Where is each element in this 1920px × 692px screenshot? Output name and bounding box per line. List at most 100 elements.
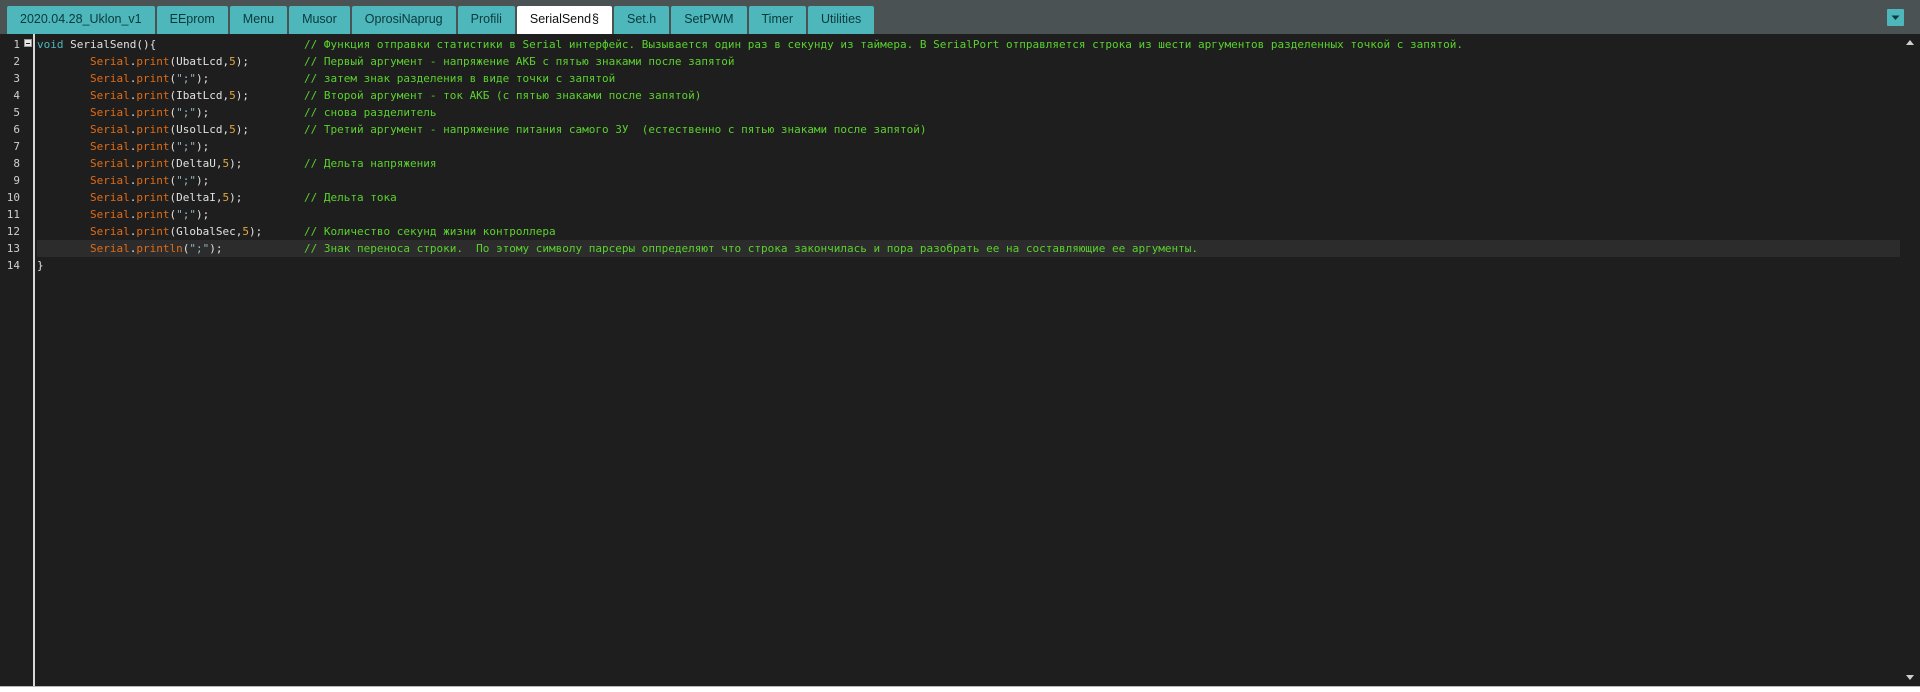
code-line[interactable]: Serial.print(IbatLcd,5); // Второй аргуме… bbox=[37, 87, 1900, 104]
code-token: ); bbox=[229, 191, 243, 204]
code-token: ); bbox=[195, 72, 210, 85]
line-number: 2 bbox=[13, 55, 20, 68]
line-number: 13 bbox=[6, 242, 20, 255]
tab-eeprom[interactable]: EEprom bbox=[156, 6, 228, 34]
tab-setpwm[interactable]: SetPWM bbox=[671, 6, 747, 34]
object-token: print bbox=[136, 140, 170, 153]
tab-menu-button[interactable] bbox=[1887, 9, 1904, 26]
object-token: print bbox=[136, 157, 170, 170]
object-token: print bbox=[136, 191, 170, 204]
tab-musor[interactable]: Musor bbox=[289, 6, 350, 34]
number-token: 5 bbox=[229, 55, 236, 68]
tab-set-h[interactable]: Set.h bbox=[614, 6, 670, 34]
scroll-down-icon[interactable] bbox=[1906, 675, 1914, 680]
object-token: Serial bbox=[89, 242, 130, 255]
code-token: ); bbox=[209, 242, 223, 255]
code-comment: // Второй аргумент - ток АКБ (с пятью зн… bbox=[304, 89, 702, 102]
code-area[interactable]: void SerialSend(){// Функция отправки ст… bbox=[37, 34, 1900, 686]
code-comment: // затем знак разделения в виде точки с … bbox=[304, 72, 616, 85]
code-statement: Serial.print(UbatLcd,5); bbox=[37, 53, 249, 70]
code-line[interactable]: Serial.print(DeltaU,5); // Дельта напряже… bbox=[37, 155, 1900, 172]
code-token: (IbatLcd, bbox=[169, 89, 230, 102]
tab-label: Musor bbox=[302, 12, 337, 26]
tab-label: Set.h bbox=[627, 12, 657, 26]
object-token: Serial bbox=[89, 225, 130, 238]
code-line[interactable]: Serial.println(";"); // Знак переноса стр… bbox=[37, 240, 1900, 257]
string-token: ";" bbox=[189, 242, 210, 255]
string-token: ";" bbox=[176, 106, 196, 119]
code-token: (UsolLcd, bbox=[169, 123, 230, 136]
code-token: ); bbox=[195, 140, 210, 153]
code-comment: // Знак переноса строки. По этому символ… bbox=[304, 242, 1199, 255]
code-line[interactable]: Serial.print(";"); bbox=[37, 206, 1900, 223]
number-token: 5 bbox=[242, 225, 249, 238]
object-token: print bbox=[136, 174, 170, 187]
code-statement: Serial.print(UsolLcd,5); bbox=[37, 121, 249, 138]
tab-label: 2020.04.28_Uklon_v1 bbox=[20, 12, 142, 26]
code-token: (UbatLcd, bbox=[169, 55, 230, 68]
code-statement: Serial.print(";"); bbox=[37, 206, 209, 223]
object-token: Serial bbox=[89, 55, 130, 68]
code-line[interactable]: Serial.print(DeltaI,5); // Дельта тока bbox=[37, 189, 1900, 206]
line-number-gutter: 1 2 3 4 5 6 7 8 9 10 11 12 13 14 bbox=[0, 34, 35, 686]
code-token: (GlobalSec, bbox=[169, 225, 243, 238]
code-statement: Serial.print(";"); bbox=[37, 138, 209, 155]
object-token: print bbox=[136, 55, 170, 68]
tab-label: Utilities bbox=[820, 12, 862, 26]
code-line[interactable]: Serial.print(";"); bbox=[37, 138, 1900, 155]
code-token: ); bbox=[229, 157, 243, 170]
keyword-token: void bbox=[37, 38, 64, 51]
vertical-scrollbar[interactable] bbox=[1902, 34, 1918, 686]
code-line[interactable]: Serial.print(GlobalSec,5); // Количество … bbox=[37, 223, 1900, 240]
object-token: Serial bbox=[89, 174, 130, 187]
object-token: Serial bbox=[89, 106, 130, 119]
code-line[interactable]: } bbox=[37, 257, 1900, 274]
ide-window: 2020.04.28_Uklon_v1 EEprom Menu Musor Oprosi… bbox=[0, 0, 1920, 692]
tab-oprosinaprug[interactable]: OprosiNaprug bbox=[351, 6, 456, 34]
line-number: 12 bbox=[6, 225, 20, 238]
code-line[interactable]: Serial.print(";"); // снова разделитель bbox=[37, 104, 1900, 121]
object-token: print bbox=[136, 123, 170, 136]
line-number: 1 bbox=[13, 38, 20, 51]
code-token: (DeltaI, bbox=[169, 191, 223, 204]
tab-profili[interactable]: Profili bbox=[457, 6, 515, 34]
tab-utilities[interactable]: Utilities bbox=[807, 6, 875, 34]
code-token: ); bbox=[235, 89, 249, 102]
code-editor[interactable]: 1 2 3 4 5 6 7 8 9 10 11 12 13 14 void SerialSend(){//… bbox=[0, 34, 1920, 686]
tab-menu[interactable]: Menu bbox=[229, 6, 288, 34]
object-token: Serial bbox=[89, 72, 130, 85]
code-statement: Serial.print(DeltaU,5); bbox=[37, 155, 242, 172]
string-token: ";" bbox=[176, 140, 196, 153]
line-number: 14 bbox=[6, 259, 20, 272]
tab-modified-marker: § bbox=[592, 12, 599, 26]
fold-toggle-icon[interactable] bbox=[24, 39, 32, 47]
object-token: print bbox=[136, 106, 170, 119]
code-statement: Serial.print(IbatLcd,5); bbox=[37, 87, 249, 104]
code-statement: Serial.print(";"); bbox=[37, 70, 209, 87]
tab-serialsend[interactable]: SerialSend§ bbox=[516, 6, 612, 34]
code-comment: // Дельта тока bbox=[304, 191, 397, 204]
line-number: 4 bbox=[13, 89, 20, 102]
object-token: print bbox=[136, 208, 170, 221]
object-token: Serial bbox=[89, 191, 130, 204]
code-statement: Serial.print(GlobalSec,5); bbox=[37, 223, 262, 240]
tab-2020-04-28-uklon-v1[interactable]: 2020.04.28_Uklon_v1 bbox=[7, 6, 155, 34]
code-line[interactable]: void SerialSend(){// Функция отправки ст… bbox=[37, 36, 1900, 53]
code-token: ); bbox=[195, 174, 210, 187]
code-statement: void SerialSend(){ bbox=[37, 36, 156, 53]
line-number: 10 bbox=[6, 191, 20, 204]
code-token: (DeltaU, bbox=[169, 157, 223, 170]
tab-timer[interactable]: Timer bbox=[748, 6, 806, 34]
chevron-down-icon bbox=[1891, 15, 1900, 20]
number-token: 5 bbox=[229, 89, 236, 102]
object-token: Serial bbox=[89, 208, 130, 221]
code-line[interactable]: Serial.print(UsolLcd,5); // Третий аргуме… bbox=[37, 121, 1900, 138]
scroll-up-icon[interactable] bbox=[1906, 40, 1914, 45]
code-line[interactable]: Serial.print(";"); // затем знак разделен… bbox=[37, 70, 1900, 87]
code-line[interactable]: Serial.print(";"); bbox=[37, 172, 1900, 189]
code-line[interactable]: Serial.print(UbatLcd,5); // Первый аргуме… bbox=[37, 53, 1900, 70]
